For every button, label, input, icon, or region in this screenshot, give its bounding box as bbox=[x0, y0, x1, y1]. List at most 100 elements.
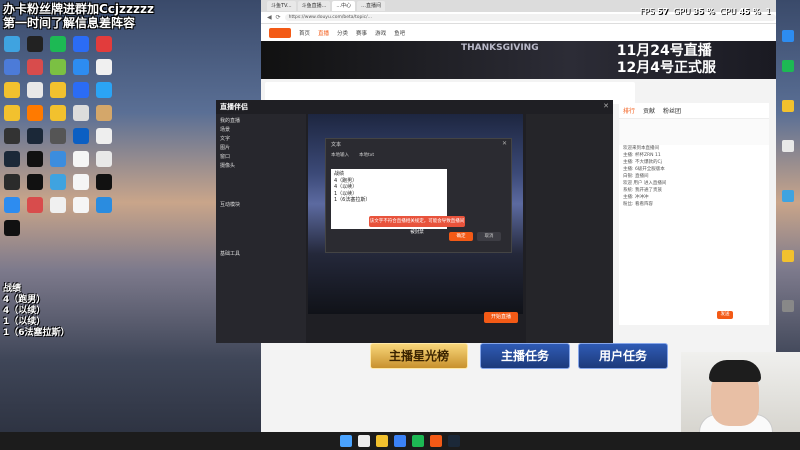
side-item[interactable]: 场景 bbox=[220, 126, 302, 135]
douyu-icon[interactable] bbox=[430, 435, 442, 447]
app-icon[interactable] bbox=[96, 59, 112, 75]
side-item[interactable]: 摄像头 bbox=[220, 162, 302, 171]
cancel-button[interactable]: 取消 bbox=[477, 232, 501, 241]
chat-tab[interactable]: 排行 bbox=[623, 106, 635, 115]
app-icon[interactable] bbox=[782, 140, 794, 152]
app-icon[interactable] bbox=[50, 174, 66, 190]
app-icon[interactable] bbox=[4, 59, 20, 75]
app-icon[interactable] bbox=[50, 197, 66, 213]
app-icon[interactable] bbox=[27, 36, 43, 52]
app-icon[interactable] bbox=[4, 36, 20, 52]
app-icon[interactable] bbox=[96, 128, 112, 144]
refresh-icon[interactable]: ⟳ bbox=[276, 14, 281, 21]
folder-icon[interactable] bbox=[4, 82, 20, 98]
streamer-rank-button[interactable]: 主播星光榜 bbox=[370, 343, 468, 369]
browser-tab[interactable]: ...中心 bbox=[332, 1, 356, 11]
folder-icon[interactable] bbox=[782, 250, 794, 262]
app-icon[interactable] bbox=[27, 151, 43, 167]
chat-message: 系统: 我开通了贵族 bbox=[623, 188, 662, 193]
app-icon[interactable] bbox=[27, 59, 43, 75]
back-icon[interactable]: ◀ bbox=[267, 14, 272, 21]
app-icon[interactable] bbox=[782, 300, 794, 312]
app-icon[interactable] bbox=[73, 82, 89, 98]
browser-tab[interactable]: 斗鱼直播... bbox=[297, 1, 331, 11]
app-icon[interactable] bbox=[73, 174, 89, 190]
side-item[interactable]: 图片 bbox=[220, 144, 302, 153]
app-icon[interactable] bbox=[73, 105, 89, 121]
app-icon[interactable] bbox=[27, 174, 43, 190]
app-icon[interactable] bbox=[412, 435, 424, 447]
chat-message: 粉丝: 看看阵容 bbox=[623, 202, 653, 207]
start-icon[interactable] bbox=[340, 435, 352, 447]
app-icon[interactable] bbox=[50, 151, 66, 167]
steam-icon[interactable] bbox=[27, 128, 43, 144]
promo-line-1: 11月24号直播 bbox=[616, 43, 712, 59]
app-icon[interactable] bbox=[50, 59, 66, 75]
app-icon[interactable] bbox=[4, 128, 20, 144]
side-item[interactable]: 文字 bbox=[220, 135, 302, 144]
nav-item[interactable]: 分类 bbox=[337, 29, 348, 37]
side-item[interactable]: 窗口 bbox=[220, 153, 302, 162]
browser-tab[interactable]: 斗鱼TV... bbox=[267, 1, 296, 11]
steam-icon[interactable] bbox=[4, 151, 20, 167]
close-icon[interactable]: ✕ bbox=[603, 102, 609, 110]
search-icon[interactable] bbox=[358, 435, 370, 447]
app-icon[interactable] bbox=[27, 82, 43, 98]
app-icon[interactable] bbox=[73, 151, 89, 167]
folder-icon[interactable] bbox=[50, 82, 66, 98]
tiktok-icon[interactable] bbox=[96, 174, 112, 190]
go-live-button[interactable]: 开始直播 bbox=[484, 312, 518, 323]
app-icon[interactable] bbox=[73, 128, 89, 144]
user-task-button[interactable]: 用户任务 bbox=[578, 343, 668, 369]
nav-item[interactable]: 赛事 bbox=[356, 29, 367, 37]
folder-icon[interactable] bbox=[4, 105, 20, 121]
folder-icon[interactable] bbox=[50, 105, 66, 121]
app-icon[interactable] bbox=[27, 105, 43, 121]
steam-icon[interactable] bbox=[448, 435, 460, 447]
tool-right-panel bbox=[526, 114, 613, 343]
douyu-logo[interactable] bbox=[269, 28, 291, 38]
qq-icon[interactable] bbox=[4, 220, 20, 236]
chat-tab[interactable]: 粉丝团 bbox=[663, 106, 681, 115]
confirm-button[interactable]: 确定 bbox=[449, 232, 473, 241]
app-icon[interactable] bbox=[4, 197, 20, 213]
app-icon[interactable] bbox=[4, 174, 20, 190]
app-icon[interactable] bbox=[782, 190, 794, 202]
cpu-label: CPU bbox=[719, 7, 737, 16]
app-icon[interactable] bbox=[73, 197, 89, 213]
chat-send-button[interactable]: 发送 bbox=[717, 311, 733, 319]
dialog-tab[interactable]: 本地输入 bbox=[331, 152, 349, 158]
side-item[interactable]: 我的直播 bbox=[220, 117, 302, 126]
nav-item[interactable]: 直播 bbox=[318, 29, 329, 37]
close-icon[interactable]: ✕ bbox=[502, 140, 507, 147]
app-icon[interactable] bbox=[96, 197, 112, 213]
chat-message: 欢迎来到本直播间 bbox=[623, 146, 659, 151]
browser-tab[interactable]: ...直播间 bbox=[357, 1, 385, 11]
nav-item[interactable]: 鱼吧 bbox=[394, 29, 405, 37]
app-icon[interactable] bbox=[96, 36, 112, 52]
browser-icon[interactable] bbox=[394, 435, 406, 447]
promo-banner: THANKSGIVING 11月24号直播 12月4号正式服 bbox=[261, 41, 776, 79]
app-icon[interactable] bbox=[73, 36, 89, 52]
app-icon[interactable] bbox=[73, 59, 89, 75]
chat-message: 主播: 6级开全服版本 bbox=[623, 167, 665, 172]
app-icon[interactable] bbox=[27, 197, 43, 213]
nav-item[interactable]: 游戏 bbox=[375, 29, 386, 37]
explorer-icon[interactable] bbox=[376, 435, 388, 447]
app-icon[interactable] bbox=[782, 60, 794, 72]
folder-icon[interactable] bbox=[782, 100, 794, 112]
app-icon[interactable] bbox=[96, 105, 112, 121]
streamer-task-button[interactable]: 主播任务 bbox=[480, 343, 570, 369]
app-icon[interactable] bbox=[96, 151, 112, 167]
nav-item[interactable]: 首页 bbox=[299, 29, 310, 37]
app-icon[interactable] bbox=[782, 30, 794, 42]
battle-record: 战绩 4（跑男） 4（以续） 1（以续） 1（6法塞拉斯） bbox=[3, 284, 70, 339]
fps-label: FPS bbox=[640, 7, 655, 16]
section-label: 基础工具 bbox=[220, 251, 241, 257]
dialog-tabs: 本地输入 本地txt bbox=[331, 152, 374, 158]
dialog-tab[interactable]: 本地txt bbox=[359, 152, 374, 158]
app-icon[interactable] bbox=[96, 82, 112, 98]
chat-tab[interactable]: 贡献 bbox=[643, 106, 655, 115]
app-icon[interactable] bbox=[50, 128, 66, 144]
app-icon[interactable] bbox=[50, 36, 66, 52]
